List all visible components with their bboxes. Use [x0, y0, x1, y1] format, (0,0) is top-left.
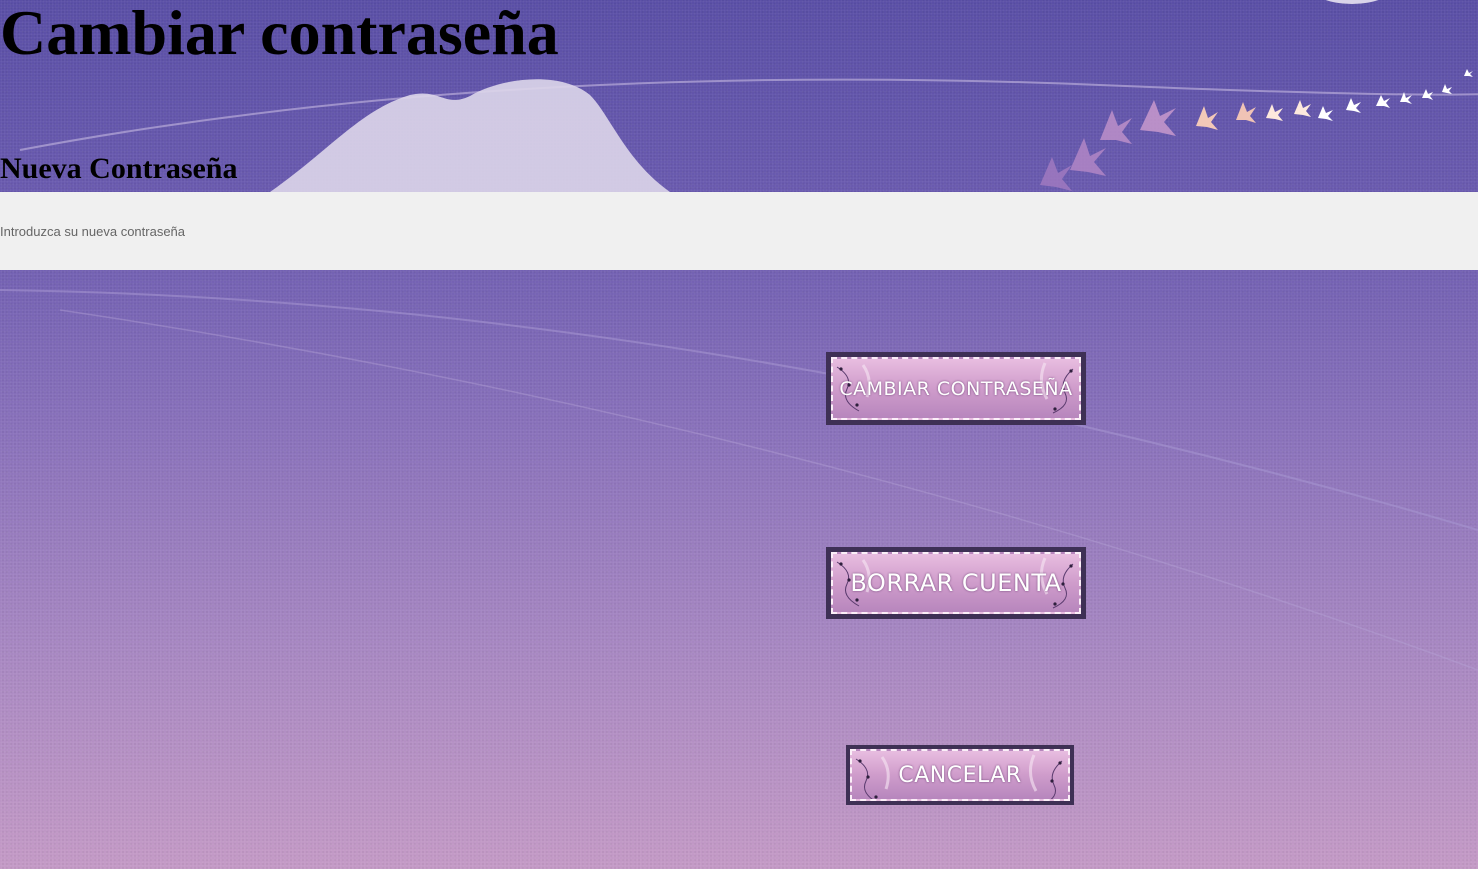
delete-account-button-label: BORRAR CUENTA [850, 569, 1062, 597]
background-scenery [0, 0, 1478, 671]
sky-curve-1 [0, 289, 1478, 531]
change-password-button-face: CAMBIAR CONTRASEÑA [831, 357, 1081, 420]
cancel-button[interactable]: CANCELAR [846, 745, 1074, 805]
moon-icon [1325, 0, 1379, 4]
hill-shape [270, 79, 670, 192]
change-password-button-label: CAMBIAR CONTRASEÑA [839, 377, 1073, 400]
bird-flock [1040, 69, 1473, 191]
new-password-input[interactable] [0, 192, 1478, 270]
star-trail-line [19, 70, 1478, 151]
section-title: Nueva Contraseña [0, 152, 238, 185]
constellation-icon [855, 756, 890, 799]
page-title: Cambiar contraseña [0, 0, 559, 68]
delete-account-button[interactable]: BORRAR CUENTA [826, 547, 1086, 619]
cancel-button-label: CANCELAR [898, 762, 1022, 788]
cancel-button-face: CANCELAR [850, 749, 1070, 801]
constellation-icon [1029, 754, 1063, 799]
change-password-button[interactable]: CAMBIAR CONTRASEÑA [826, 352, 1086, 425]
delete-account-button-face: BORRAR CUENTA [831, 552, 1081, 614]
